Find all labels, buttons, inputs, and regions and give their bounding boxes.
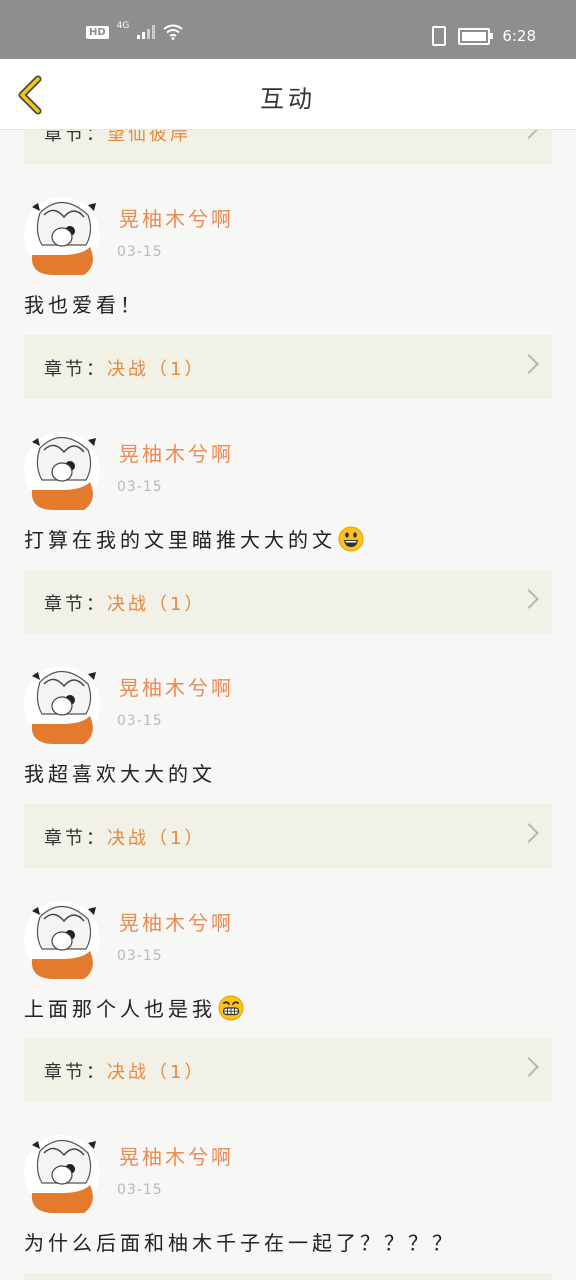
comment-text: 打算在我的文里瞄推大大的文: [24, 524, 364, 553]
username[interactable]: 晃柚木兮啊: [119, 1141, 234, 1170]
wifi-icon: [163, 24, 183, 40]
comment-text: 我也爱看！: [24, 293, 144, 317]
status-bar: HD 4G 6:28: [0, 0, 576, 59]
post-date: 03-15: [117, 948, 163, 964]
chevron-right-icon: [519, 354, 539, 374]
grinning-face-icon: [338, 526, 364, 552]
status-right: 6:28: [432, 26, 536, 46]
page-title: 互动: [260, 85, 316, 113]
chapter-name: 望仙彼岸: [107, 129, 191, 145]
chapter-link[interactable]: 章节：决战（1）: [24, 1038, 552, 1102]
vibrate-icon: [432, 26, 447, 46]
chevron-right-icon: [519, 823, 539, 843]
chapter-name: 决战（1）: [107, 828, 206, 849]
post-date: 03-15: [117, 713, 163, 729]
hd-badge: HD: [86, 25, 109, 39]
username[interactable]: 晃柚木兮啊: [119, 438, 234, 467]
avatar[interactable]: [24, 899, 100, 979]
chapter-link[interactable]: 章节：决战（1）: [24, 335, 552, 399]
username[interactable]: 晃柚木兮啊: [119, 203, 234, 232]
username[interactable]: 晃柚木兮啊: [119, 672, 234, 701]
chapter-label: 章节：决战（1）: [44, 828, 206, 849]
comment-text: 我超喜欢大大的文: [24, 762, 216, 786]
chevron-right-icon: [519, 589, 539, 609]
battery-icon: [458, 27, 494, 45]
chapter-name: 决战（1）: [107, 1062, 206, 1083]
avatar[interactable]: [24, 1133, 100, 1213]
comment-text: 上面那个人也是我: [24, 993, 244, 1022]
status-left: HD 4G: [86, 21, 183, 40]
comment-text: 为什么后面和柚木千子在一起了？？？？: [24, 1231, 456, 1255]
chapter-link[interactable]: 章节：望仙彼岸: [24, 129, 552, 164]
network-type: 4G: [116, 21, 130, 31]
chapter-name: 决战（1）: [107, 359, 206, 380]
chapter-label: 章节：决战（1）: [44, 594, 206, 615]
post-date: 03-15: [117, 244, 163, 260]
signal-icon: [137, 25, 156, 39]
avatar[interactable]: [24, 195, 100, 275]
chapter-name: 决战（1）: [107, 594, 206, 615]
post-date: 03-15: [117, 1182, 163, 1198]
post-date: 03-15: [117, 479, 163, 495]
avatar[interactable]: [24, 430, 100, 510]
chapter-link[interactable]: [24, 1273, 552, 1280]
chevron-right-icon: [519, 1057, 539, 1077]
status-time: 6:28: [502, 27, 536, 45]
interaction-feed: 章节：望仙彼岸 晃柚木兮啊 03-15 我也爱看！ 章节：决战（1） 晃柚木兮啊…: [0, 129, 576, 1280]
username[interactable]: 晃柚木兮啊: [119, 907, 234, 936]
chapter-label: 章节：决战（1）: [44, 1062, 206, 1083]
avatar[interactable]: [24, 664, 100, 744]
chevron-right-icon: [519, 129, 539, 139]
chapter-label: 章节：决战（1）: [44, 359, 206, 380]
chapter-link[interactable]: 章节：决战（1）: [24, 570, 552, 634]
app-header: 互动: [0, 59, 576, 130]
grimacing-face-icon: [218, 995, 244, 1021]
chapter-label: 章节：望仙彼岸: [44, 129, 191, 146]
chapter-link[interactable]: 章节：决战（1）: [24, 804, 552, 868]
